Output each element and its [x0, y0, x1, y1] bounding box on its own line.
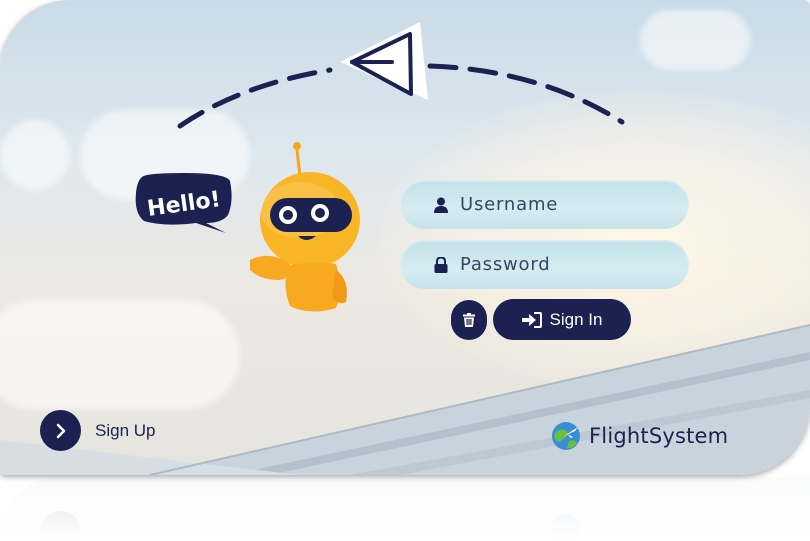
password-input[interactable] — [460, 254, 660, 275]
brand: FlightSystem — [551, 421, 728, 451]
brand-name: FlightSystem — [589, 424, 729, 448]
user-icon — [434, 197, 448, 213]
robot-mascot — [250, 142, 360, 312]
speech-bubble: Hello! — [135, 173, 232, 233]
globe-plane-icon — [552, 422, 580, 450]
username-field[interactable] — [400, 180, 689, 229]
paper-plane-icon — [340, 22, 428, 100]
flight-path — [177, 22, 625, 129]
sign-up-link[interactable]: Sign Up — [95, 421, 155, 441]
chevron-right-icon — [56, 423, 65, 438]
username-input[interactable] — [460, 194, 660, 215]
lock-icon — [434, 256, 448, 273]
clear-button[interactable] — [451, 300, 487, 340]
sign-in-label: Sign In — [549, 309, 603, 329]
card-reflection — [0, 477, 810, 541]
login-card: Hello! Username Sign In Sign Up FlightSy… — [0, 0, 810, 475]
sign-up-button[interactable] — [40, 410, 81, 451]
trash-icon — [463, 313, 475, 327]
sign-in-button[interactable]: Sign In — [493, 299, 631, 340]
sign-in-icon — [521, 311, 542, 328]
password-field[interactable] — [400, 240, 689, 289]
